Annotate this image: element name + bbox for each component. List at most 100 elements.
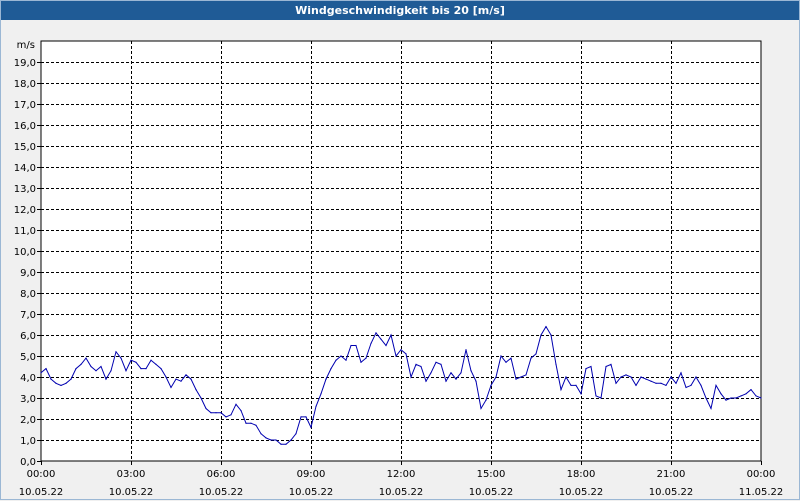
- data-point: [265, 437, 267, 439]
- grid: [41, 41, 761, 461]
- y-tick-label: 17,0: [14, 100, 36, 111]
- data-point: [650, 380, 652, 382]
- data-point: [55, 382, 57, 384]
- data-point: [340, 355, 342, 357]
- data-point: [160, 368, 162, 370]
- data-point: [675, 382, 677, 384]
- x-tick-date-label: 10.05.22: [289, 487, 334, 498]
- data-point: [470, 370, 472, 372]
- y-tick-label: 2,0: [20, 415, 36, 426]
- data-point: [175, 378, 177, 380]
- data-point: [705, 397, 707, 399]
- data-point: [60, 384, 62, 386]
- data-point: [260, 433, 262, 435]
- data-point: [150, 359, 152, 361]
- data-point: [680, 372, 682, 374]
- x-tick-date-label: 10.05.22: [199, 487, 244, 498]
- data-point: [205, 407, 207, 410]
- x-axis: 00:00 10.05.22 03:00 10.05.22 06:00 10.05.22 0…: [19, 461, 783, 498]
- data-point: [245, 422, 247, 424]
- x-tick-date-label: 10.05.22: [649, 487, 694, 498]
- x-tick-time-label: 18:00: [567, 469, 596, 480]
- data-point: [155, 363, 157, 365]
- x-tick-date-label: 10.05.22: [469, 487, 514, 498]
- x-tick-time-label: 03:00: [117, 469, 146, 480]
- data-point: [545, 326, 547, 328]
- data-point: [190, 378, 192, 380]
- data-point: [360, 361, 362, 363]
- data-point: [600, 397, 602, 399]
- data-point: [685, 386, 687, 389]
- y-tick-label: 19,0: [14, 58, 36, 69]
- data-point: [90, 365, 92, 368]
- y-axis-unit-label: m/s: [17, 40, 35, 51]
- data-point: [290, 439, 292, 441]
- chart-window: Windgeschwindigkeit bis 20 [m/s] 0,0 1,0 2…: [0, 0, 800, 500]
- data-point: [195, 389, 197, 391]
- x-tick-time-label: 15:00: [477, 469, 506, 480]
- data-point: [725, 399, 727, 401]
- data-point: [480, 407, 482, 410]
- data-point: [325, 378, 327, 380]
- data-point: [185, 374, 187, 376]
- x-tick-date-label: 10.05.22: [19, 487, 64, 498]
- data-point: [220, 412, 222, 414]
- y-tick-label: 0,0: [20, 457, 36, 468]
- data-point: [595, 395, 597, 397]
- data-point: [135, 361, 137, 363]
- data-point: [555, 363, 557, 365]
- x-tick-date-label: 10.05.22: [379, 487, 424, 498]
- data-point: [300, 416, 302, 418]
- data-point: [335, 359, 337, 361]
- data-point: [540, 334, 542, 336]
- data-point: [110, 370, 112, 372]
- y-tick-label: 9,0: [20, 268, 36, 279]
- data-point: [200, 397, 202, 399]
- data-point: [295, 433, 297, 435]
- data-point: [120, 357, 122, 359]
- data-point: [45, 368, 47, 370]
- data-point: [760, 397, 762, 399]
- data-point: [550, 334, 552, 336]
- data-point: [75, 368, 77, 370]
- data-point: [85, 357, 87, 359]
- x-tick-time-label: 21:00: [657, 469, 686, 480]
- data-point: [235, 403, 237, 405]
- data-point: [755, 395, 757, 397]
- y-axis: 0,0 1,0 2,0 3,0 4,0 5,0 6,0 7,0 8,0 9,0 10,0 11,0 12…: [14, 58, 41, 468]
- x-tick-date-label: 10.05.22: [559, 487, 604, 498]
- data-point: [615, 382, 617, 384]
- y-tick-label: 12,0: [14, 205, 36, 216]
- data-point: [710, 407, 712, 410]
- data-point: [665, 384, 667, 386]
- data-point: [240, 410, 242, 412]
- data-point: [225, 416, 227, 418]
- data-point: [390, 334, 392, 336]
- data-point: [585, 368, 587, 370]
- data-point: [210, 412, 212, 414]
- data-point: [130, 359, 132, 361]
- data-point: [640, 376, 642, 378]
- data-point: [315, 405, 317, 407]
- data-point: [440, 363, 442, 365]
- data-point: [605, 365, 607, 368]
- data-point: [105, 378, 107, 380]
- data-point: [310, 426, 312, 428]
- data-point: [410, 376, 412, 378]
- x-tick-time-label: 06:00: [207, 469, 236, 480]
- y-tick-label: 5,0: [20, 352, 36, 363]
- data-point: [590, 365, 592, 368]
- data-point: [580, 393, 582, 395]
- data-point: [720, 393, 722, 395]
- data-point: [275, 439, 277, 441]
- data-point: [170, 386, 172, 389]
- data-point: [620, 376, 622, 378]
- data-point: [485, 399, 487, 401]
- y-tick-label: 13,0: [14, 184, 36, 195]
- y-tick-label: 15,0: [14, 142, 36, 153]
- data-point: [510, 357, 512, 359]
- data-point: [495, 376, 497, 378]
- y-tick-label: 7,0: [20, 310, 36, 321]
- data-point: [215, 412, 217, 414]
- data-point: [570, 384, 572, 386]
